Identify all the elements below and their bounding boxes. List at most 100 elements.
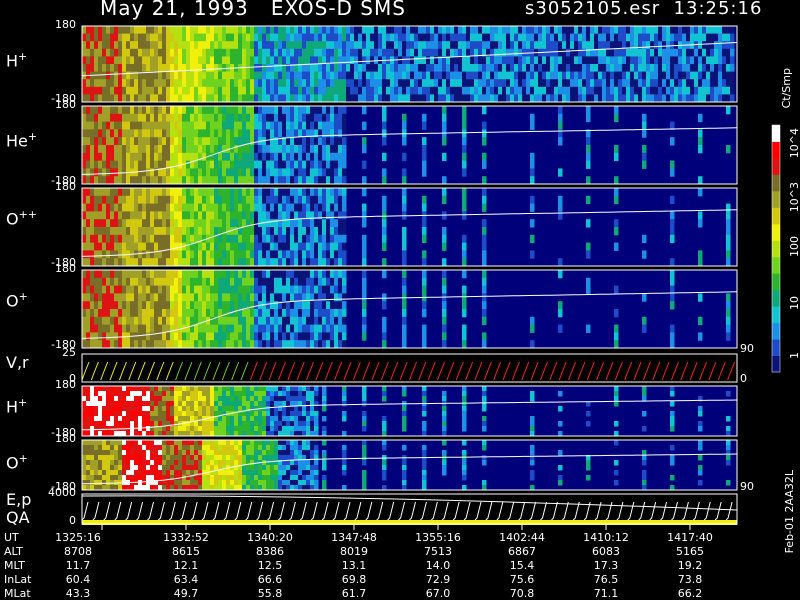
spec-cell xyxy=(82,316,87,326)
spec-cell xyxy=(254,234,259,244)
spec-cell xyxy=(174,176,179,185)
spec-cell xyxy=(402,301,407,310)
spec-cell xyxy=(130,113,135,123)
spec-cell xyxy=(562,41,567,50)
spec-cell xyxy=(342,258,347,267)
spec-cell xyxy=(234,152,239,162)
spec-cell xyxy=(538,64,543,73)
spec-cell xyxy=(290,426,295,432)
spec-cell xyxy=(646,71,651,80)
spec-cell xyxy=(322,293,327,302)
spec-cell xyxy=(234,41,239,50)
spec-cell xyxy=(274,324,279,333)
spec-cell xyxy=(250,219,255,228)
spec-cell xyxy=(218,416,223,422)
spec-cell xyxy=(134,445,139,451)
spec-cell xyxy=(602,41,607,50)
spec-cell xyxy=(110,41,115,50)
spec-cell xyxy=(82,137,87,146)
spec-cell xyxy=(338,121,343,130)
spec-cell xyxy=(174,26,179,35)
spec-cell xyxy=(222,137,227,146)
spec-cell xyxy=(282,316,287,326)
spec-cell xyxy=(178,71,183,80)
spec-cell xyxy=(130,285,135,294)
spec-cell xyxy=(686,71,691,80)
spec-cell xyxy=(286,211,291,220)
spec-cell xyxy=(402,152,407,162)
spec-cell xyxy=(322,219,327,228)
spec-cell xyxy=(178,416,183,422)
spec-cell xyxy=(294,79,299,88)
spec-cell xyxy=(158,301,163,310)
spec-cell xyxy=(338,234,343,244)
spec-cell xyxy=(326,160,331,169)
spec-cell xyxy=(242,396,247,402)
spec-cell xyxy=(98,391,103,397)
spec-cell xyxy=(490,41,495,50)
spec-cell xyxy=(226,416,231,422)
spec-cell xyxy=(482,285,487,294)
spec-cell xyxy=(390,41,395,50)
spec-cell xyxy=(194,129,199,138)
spec-cell xyxy=(442,71,447,80)
spec-cell xyxy=(402,250,407,259)
spec-cell xyxy=(238,332,243,341)
spec-cell xyxy=(98,406,103,412)
spec-cell xyxy=(258,33,263,42)
spec-cell xyxy=(254,316,259,326)
spec-cell xyxy=(126,33,131,42)
spec-cell xyxy=(266,270,271,279)
spec-cell xyxy=(110,145,115,154)
spec-cell xyxy=(94,401,99,407)
spec-cell xyxy=(150,455,155,461)
spec-cell xyxy=(102,195,107,205)
spec-cell xyxy=(154,411,159,417)
spec-cell xyxy=(106,203,111,212)
spec-cell xyxy=(254,426,259,432)
spec-cell xyxy=(586,137,591,146)
spec-cell xyxy=(222,285,227,294)
spec-cell xyxy=(718,56,723,65)
spec-cell xyxy=(190,386,195,392)
spec-cell xyxy=(222,219,227,228)
spec-cell xyxy=(690,64,695,73)
spec-cell xyxy=(114,188,119,197)
spec-cell xyxy=(638,64,643,73)
spec-cell xyxy=(262,168,267,177)
spec-cell xyxy=(726,242,731,251)
spec-cell xyxy=(102,160,107,169)
spec-cell xyxy=(130,41,135,50)
spec-cell xyxy=(614,56,619,65)
spec-cell xyxy=(158,258,163,267)
spec-cell xyxy=(218,137,223,146)
spec-cell xyxy=(282,396,287,402)
spec-cell xyxy=(174,421,179,427)
spec-cell xyxy=(82,64,87,73)
spec-cell xyxy=(110,340,115,349)
spec-cell xyxy=(446,71,451,80)
spec-cell xyxy=(86,445,91,451)
spec-cell xyxy=(330,316,335,326)
spec-cell xyxy=(690,79,695,88)
spec-cell xyxy=(218,401,223,407)
spec-cell xyxy=(290,242,295,251)
spec-cell xyxy=(254,41,259,50)
spec-cell xyxy=(422,203,427,212)
spec-cell xyxy=(158,203,163,212)
spec-cell xyxy=(158,48,163,57)
spec-cell xyxy=(226,176,231,185)
spec-cell xyxy=(506,41,511,50)
spec-cell xyxy=(458,71,463,80)
spec-cell xyxy=(258,411,263,417)
spec-cell xyxy=(130,277,135,287)
spec-cell xyxy=(142,113,147,123)
spec-cell xyxy=(342,176,347,185)
spec-cell xyxy=(614,48,619,57)
spec-cell xyxy=(210,293,215,302)
spec-cell xyxy=(442,242,447,251)
spec-cell xyxy=(138,270,143,279)
spec-cell xyxy=(170,460,175,466)
spec-cell xyxy=(330,71,335,80)
spec-cell xyxy=(174,293,179,302)
